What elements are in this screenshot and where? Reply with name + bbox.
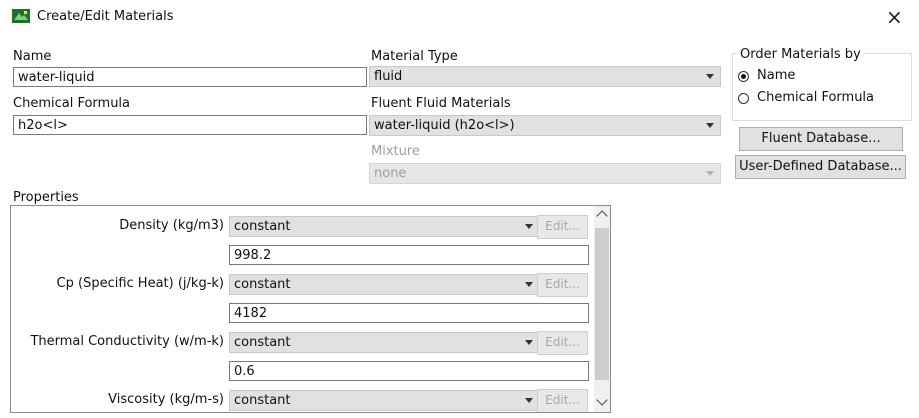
mixture-label: Mixture — [371, 144, 420, 159]
property-row-thermal-conductivity: Thermal Conductivity (w/m-k) constant Ed… — [11, 330, 591, 358]
cp-edit-button: Edit... — [537, 273, 588, 297]
radio-selected-icon — [738, 71, 749, 82]
material-type-label: Material Type — [371, 49, 458, 64]
window-title: Create/Edit Materials — [37, 9, 174, 24]
scroll-up-icon[interactable] — [596, 210, 608, 222]
scroll-down-icon[interactable] — [596, 394, 608, 406]
viscosity-edit-button: Edit... — [537, 389, 588, 412]
properties-label: Properties — [13, 190, 79, 205]
thermal-conductivity-edit-button: Edit... — [537, 331, 588, 355]
properties-panel: Density (kg/m3) constant Edit... 998.2 C… — [10, 205, 611, 413]
order-materials-groupbox — [732, 53, 912, 121]
name-label: Name — [13, 49, 52, 64]
mixture-value: none — [374, 166, 407, 181]
property-row-viscosity: Viscosity (kg/m-s) constant Edit... — [11, 388, 591, 412]
viscosity-method-value: constant — [234, 393, 291, 408]
chevron-down-icon — [525, 282, 533, 287]
thermal-conductivity-method-select[interactable]: constant — [229, 332, 540, 353]
chevron-down-icon — [525, 224, 533, 229]
cp-label: Cp (Specific Heat) (j/kg-k) — [56, 276, 224, 291]
chemical-formula-label: Chemical Formula — [13, 96, 131, 111]
property-row-density: Density (kg/m3) constant Edit... — [11, 214, 591, 242]
thermal-conductivity-label: Thermal Conductivity (w/m-k) — [30, 334, 224, 349]
cp-method-value: constant — [234, 277, 291, 292]
cp-value-input[interactable]: 4182 — [229, 303, 589, 323]
fluent-fluid-materials-select[interactable]: water-liquid (h2o<l>) — [369, 115, 721, 136]
density-value-input[interactable]: 998.2 — [229, 245, 589, 265]
viscosity-label: Viscosity (kg/m-s) — [108, 392, 224, 407]
order-by-chemical-formula-radio[interactable]: Chemical Formula — [738, 90, 898, 108]
scrollbar-thumb[interactable] — [595, 228, 609, 380]
fluent-fluid-materials-value: water-liquid (h2o<l>) — [374, 118, 515, 133]
chevron-down-icon — [706, 123, 714, 128]
name-input[interactable]: water-liquid — [13, 67, 367, 87]
viscosity-method-select[interactable]: constant — [229, 390, 540, 411]
ansys-fluent-app-icon — [12, 9, 30, 23]
radio-unselected-icon — [738, 93, 749, 104]
order-by-chemical-formula-label: Chemical Formula — [757, 90, 875, 105]
density-method-select[interactable]: constant — [229, 216, 540, 237]
fluent-database-button[interactable]: Fluent Database... — [739, 127, 903, 151]
chevron-down-icon — [706, 171, 714, 176]
thermal-conductivity-value-input[interactable]: 0.6 — [229, 361, 589, 381]
chemical-formula-input[interactable]: h2o<l> — [13, 115, 367, 135]
chevron-down-icon — [525, 398, 533, 403]
material-type-select[interactable]: fluid — [369, 66, 721, 87]
cp-method-select[interactable]: constant — [229, 274, 540, 295]
properties-scrollbar[interactable] — [594, 206, 610, 412]
order-by-name-label: Name — [757, 68, 796, 83]
property-row-cp: Cp (Specific Heat) (j/kg-k) constant Edi… — [11, 272, 591, 300]
order-materials-label: Order Materials by — [738, 47, 863, 62]
chevron-down-icon — [706, 74, 714, 79]
density-edit-button: Edit... — [537, 215, 588, 239]
mixture-select: none — [369, 163, 721, 184]
density-method-value: constant — [234, 219, 291, 234]
close-icon[interactable]: × — [886, 5, 903, 29]
chevron-down-icon — [525, 340, 533, 345]
user-defined-database-button[interactable]: User-Defined Database... — [735, 155, 906, 179]
thermal-conductivity-method-value: constant — [234, 335, 291, 350]
density-label: Density (kg/m3) — [119, 218, 224, 233]
material-type-value: fluid — [374, 69, 403, 84]
fluent-fluid-materials-label: Fluent Fluid Materials — [371, 96, 511, 111]
order-by-name-radio[interactable]: Name — [738, 68, 888, 86]
